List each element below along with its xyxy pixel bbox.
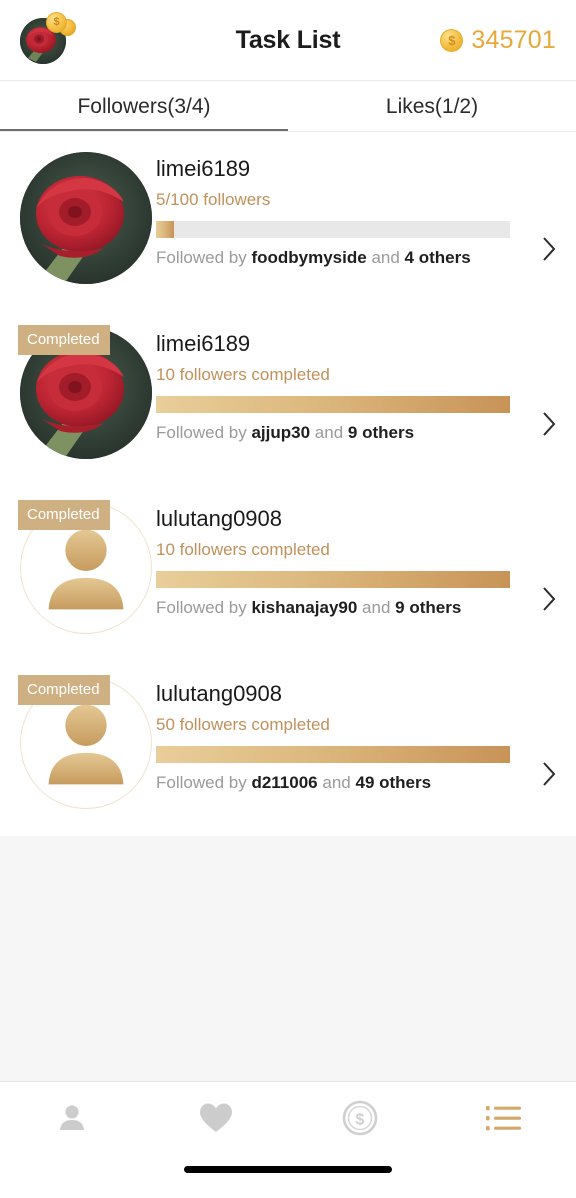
task-username: limei6189 bbox=[156, 156, 251, 181]
followed-by-line: Followed by d211006 and 49 others bbox=[156, 773, 556, 793]
chevron-right-icon[interactable] bbox=[542, 236, 556, 262]
rose-photo-avatar bbox=[20, 152, 152, 284]
followed-conjunction: and bbox=[371, 247, 400, 267]
followed-by-line: Followed by kishanajay90 and 9 others bbox=[156, 598, 556, 618]
task-username: lulutang0908 bbox=[156, 506, 283, 531]
rose-image bbox=[20, 152, 152, 284]
followed-prefix: Followed by bbox=[156, 422, 247, 442]
person-icon bbox=[60, 1105, 84, 1130]
table-row[interactable]: limei6189 5/100 followers Followed by fo… bbox=[0, 132, 576, 307]
followed-conjunction: and bbox=[314, 422, 344, 442]
app-header: $ Task List $ 345701 bbox=[0, 0, 576, 80]
heart-icon bbox=[200, 1103, 232, 1132]
gold-coins-badge: $ bbox=[46, 12, 76, 38]
nav-likes[interactable] bbox=[144, 1102, 288, 1134]
followed-username: d211006 bbox=[251, 772, 318, 792]
followed-username: ajjup30 bbox=[251, 422, 311, 442]
task-info-3: lulutang0908 10 followers completed Foll… bbox=[156, 498, 562, 618]
table-row[interactable]: Completed lulutang0908 50 followers comp… bbox=[0, 657, 576, 832]
nav-profile[interactable] bbox=[0, 1101, 144, 1135]
task-avatar-2: Completed bbox=[16, 323, 156, 459]
bottom-nav: $ bbox=[0, 1082, 576, 1154]
followed-by-line: Followed by ajjup30 and 9 others bbox=[156, 423, 556, 443]
task-avatar-1 bbox=[16, 148, 156, 284]
followed-conjunction: and bbox=[322, 772, 351, 792]
progress-fill bbox=[156, 220, 174, 238]
task-info-2: limei6189 10 followers completed Followe… bbox=[156, 323, 562, 443]
task-username: limei6189 bbox=[156, 331, 251, 356]
home-indicator-area bbox=[0, 1154, 576, 1198]
followed-others-count: 4 others bbox=[404, 247, 471, 267]
task-status: 10 followers completed bbox=[156, 540, 330, 560]
task-info-4: lulutang0908 50 followers completed Foll… bbox=[156, 673, 562, 793]
task-info-1: limei6189 5/100 followers Followed by fo… bbox=[156, 148, 562, 268]
table-row[interactable]: Completed lulutang0908 10 followers comp… bbox=[0, 482, 576, 657]
task-avatar-3: Completed bbox=[16, 498, 156, 634]
progress-fill bbox=[156, 395, 510, 413]
progress-track bbox=[156, 220, 510, 238]
tab-likes[interactable]: Likes(1/2) bbox=[288, 81, 576, 132]
home-indicator bbox=[184, 1166, 392, 1173]
status-badge: Completed bbox=[18, 675, 110, 705]
chevron-right-icon[interactable] bbox=[542, 411, 556, 437]
followed-by-line: Followed by foodbymyside and 4 others bbox=[156, 248, 556, 268]
coin-dollar-icon: $ bbox=[440, 28, 464, 52]
table-row[interactable]: Completed limei6189 10 followers complet… bbox=[0, 307, 576, 482]
task-status: 50 followers completed bbox=[156, 715, 330, 735]
list-icon bbox=[486, 1106, 521, 1131]
nav-tasks[interactable] bbox=[432, 1102, 576, 1134]
chevron-right-icon[interactable] bbox=[542, 761, 556, 787]
task-username: lulutang0908 bbox=[156, 681, 283, 706]
svg-text:$: $ bbox=[356, 1112, 365, 1129]
tab-bar: Followers(3/4) Likes(1/2) bbox=[0, 81, 576, 132]
followed-others-count: 9 others bbox=[347, 422, 415, 442]
chevron-right-icon[interactable] bbox=[542, 586, 556, 612]
status-badge: Completed bbox=[18, 325, 110, 355]
tab-followers[interactable]: Followers(3/4) bbox=[0, 81, 288, 132]
followed-conjunction: and bbox=[362, 597, 391, 617]
status-badge: Completed bbox=[18, 500, 110, 530]
task-list-screen: $ Task List $ 345701 Followers(3/4) Like… bbox=[0, 0, 576, 1198]
followed-prefix: Followed by bbox=[156, 597, 247, 617]
followed-prefix: Followed by bbox=[156, 247, 247, 267]
nav-coins[interactable]: $ bbox=[288, 1100, 432, 1136]
coin-balance[interactable]: $ 345701 bbox=[440, 26, 556, 55]
followed-prefix: Followed by bbox=[156, 772, 247, 792]
coin-dollar-icon: $ bbox=[342, 1100, 378, 1136]
progress-fill bbox=[156, 745, 510, 763]
progress-track bbox=[156, 570, 510, 588]
progress-track bbox=[156, 745, 510, 763]
followed-username: foodbymyside bbox=[251, 247, 367, 267]
tab-likes-label: Likes(1/2) bbox=[385, 94, 479, 118]
coin-count-label: 345701 bbox=[471, 25, 556, 54]
task-list: limei6189 5/100 followers Followed by fo… bbox=[0, 132, 576, 836]
progress-track bbox=[156, 395, 510, 413]
task-avatar-4: Completed bbox=[16, 673, 156, 809]
empty-area bbox=[0, 836, 576, 1081]
followed-others-count: 49 others bbox=[355, 772, 432, 792]
task-status: 5/100 followers bbox=[156, 190, 271, 210]
tab-followers-label: Followers(3/4) bbox=[77, 94, 211, 118]
task-status: 10 followers completed bbox=[156, 365, 330, 385]
progress-fill bbox=[156, 570, 510, 588]
header-avatar[interactable]: $ bbox=[18, 12, 78, 68]
followed-username: kishanajay90 bbox=[251, 597, 358, 617]
followed-others-count: 9 others bbox=[395, 597, 462, 617]
coin-front-icon: $ bbox=[46, 12, 67, 33]
